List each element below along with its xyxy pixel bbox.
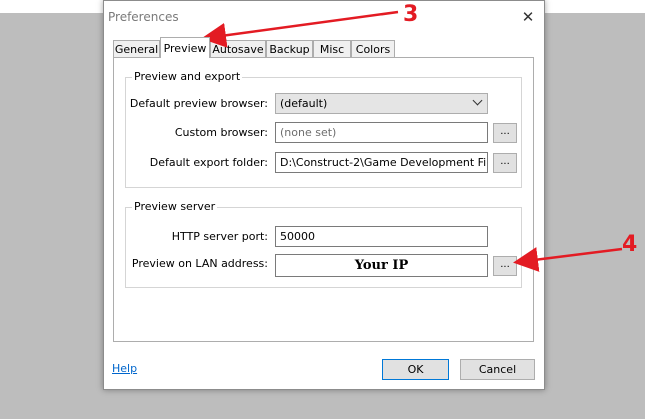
arrow-to-lan-browse xyxy=(513,247,623,272)
annotation-step-3: 3 xyxy=(403,2,419,27)
annotation-step-4: 4 xyxy=(622,232,638,257)
arrow-to-preview-tab xyxy=(201,10,399,48)
annotation-arrows xyxy=(201,10,623,272)
tab-preview[interactable]: Preview xyxy=(160,37,210,58)
